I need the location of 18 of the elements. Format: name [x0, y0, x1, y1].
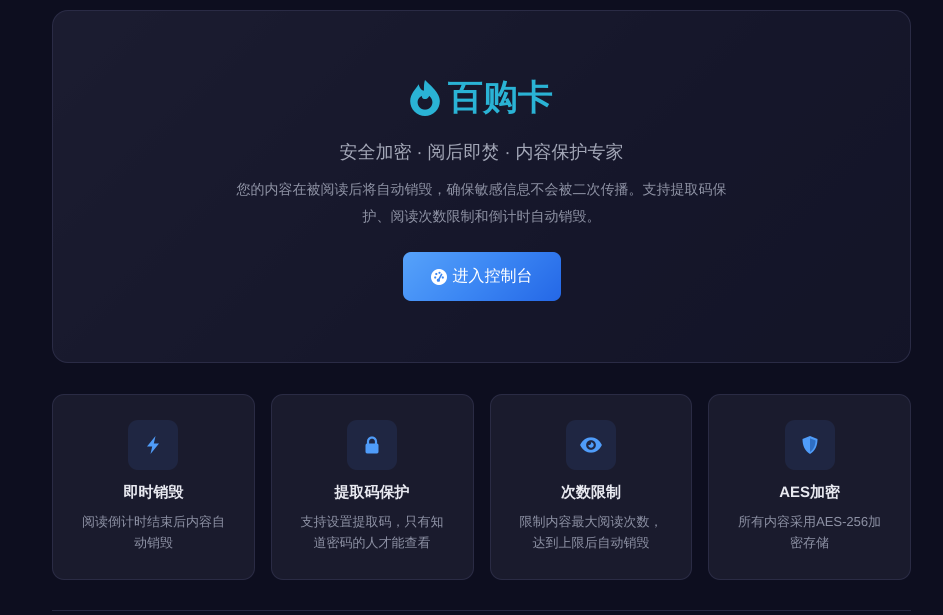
gauge-icon	[430, 268, 446, 284]
feature-title: 即时销毁	[123, 483, 184, 503]
feature-title: 提取码保护	[334, 483, 410, 503]
feature-description: 所有内容采用AES-256加密存储	[737, 513, 882, 552]
eye-icon	[566, 420, 616, 470]
feature-title: 次数限制	[560, 483, 621, 503]
flame-icon	[410, 80, 440, 116]
feature-description: 阅读倒计时结束后内容自动销毁	[80, 513, 226, 552]
feature-description: 限制内容最大阅读次数，达到上限后自动销毁	[518, 513, 664, 552]
console-button[interactable]: 进入控制台	[402, 252, 560, 301]
brand-title: 百购卡	[448, 77, 553, 119]
padlock-icon	[347, 420, 398, 470]
hero-description: 您的内容在被阅读后将自动销毁，确保敏感信息不会被二次传播。支持提取码保护、阅读次数限制和倒计时自动销毁。	[236, 180, 728, 226]
feature-description: 支持设置提取码，只有知道密码的人才能查看	[300, 513, 445, 552]
feature-title: AES加密	[779, 483, 840, 503]
shield-icon	[784, 420, 835, 470]
lightning-icon	[128, 420, 178, 470]
tagline: 安全加密 · 阅后即焚 · 内容保护专家	[340, 141, 624, 164]
